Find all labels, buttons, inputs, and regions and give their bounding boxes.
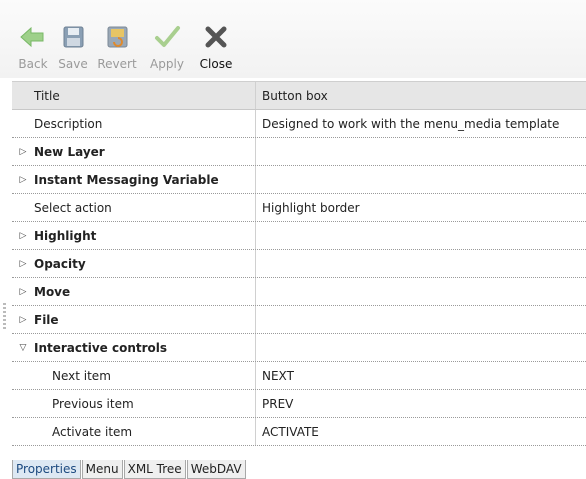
group-label: Highlight xyxy=(34,228,97,243)
property-grid: Title Button box Description Designed to… xyxy=(12,81,586,446)
tab-xml-tree[interactable]: XML Tree xyxy=(123,460,186,479)
previous-item-label: Previous item xyxy=(12,390,256,417)
expand-triangle-icon[interactable]: ▷ xyxy=(12,315,34,325)
back-label: Back xyxy=(18,57,48,71)
group-value xyxy=(256,222,586,249)
expand-triangle-icon[interactable]: ▷ xyxy=(12,147,34,157)
resize-grip-icon[interactable] xyxy=(3,303,6,329)
checkmark-icon xyxy=(155,26,180,47)
title-label: Title xyxy=(12,82,256,109)
title-value[interactable]: Button box xyxy=(256,82,586,109)
close-button[interactable]: Close xyxy=(197,22,235,71)
select-action-label: Select action xyxy=(12,194,256,221)
property-row-previous-item[interactable]: Previous item PREV xyxy=(12,390,586,418)
bottom-tab-bar: Properties Menu XML Tree WebDAV xyxy=(12,460,247,479)
group-label: Opacity xyxy=(34,256,86,271)
floppy-disk-icon xyxy=(63,26,84,48)
revert-button[interactable]: Revert xyxy=(95,22,139,71)
back-arrow-icon xyxy=(20,26,44,48)
property-row-description[interactable]: Description Designed to work with the me… xyxy=(12,110,586,138)
close-icon xyxy=(205,26,227,48)
revert-icon xyxy=(107,26,128,48)
group-label: File xyxy=(34,312,59,327)
expand-triangle-icon[interactable]: ▷ xyxy=(12,175,34,185)
group-row-new-layer[interactable]: ▷ New Layer xyxy=(12,138,586,166)
apply-button[interactable]: Apply xyxy=(147,22,187,71)
group-row-interactive-controls[interactable]: ▽ Interactive controls xyxy=(12,334,586,362)
left-gutter xyxy=(0,81,12,459)
property-row-activate-item[interactable]: Activate item ACTIVATE xyxy=(12,418,586,446)
apply-label: Apply xyxy=(150,57,184,71)
group-label: New Layer xyxy=(34,144,105,159)
group-row-highlight[interactable]: ▷ Highlight xyxy=(12,222,586,250)
group-row-instant-messaging-variable[interactable]: ▷ Instant Messaging Variable xyxy=(12,166,586,194)
save-button[interactable]: Save xyxy=(58,22,88,71)
group-value xyxy=(256,250,586,277)
group-row-opacity[interactable]: ▷ Opacity xyxy=(12,250,586,278)
property-row-next-item[interactable]: Next item NEXT xyxy=(12,362,586,390)
property-row-select-action[interactable]: Select action Highlight border xyxy=(12,194,586,222)
toolbar: Back Save Revert Apply Close xyxy=(0,0,586,78)
description-value[interactable]: Designed to work with the menu_media tem… xyxy=(256,110,586,137)
expand-triangle-icon[interactable]: ▷ xyxy=(12,231,34,241)
group-row-move[interactable]: ▷ Move xyxy=(12,278,586,306)
expand-triangle-icon[interactable]: ▷ xyxy=(12,259,34,269)
back-button[interactable]: Back xyxy=(18,22,48,71)
group-value xyxy=(256,306,586,333)
close-label: Close xyxy=(199,57,233,71)
tab-webdav[interactable]: WebDAV xyxy=(186,460,246,479)
group-value xyxy=(256,138,586,165)
next-item-label: Next item xyxy=(12,362,256,389)
group-value xyxy=(256,334,586,361)
grid-header-row[interactable]: Title Button box xyxy=(12,82,586,110)
group-row-file[interactable]: ▷ File xyxy=(12,306,586,334)
previous-item-value[interactable]: PREV xyxy=(256,390,586,417)
group-value xyxy=(256,166,586,193)
save-label: Save xyxy=(58,57,88,71)
group-label: Interactive controls xyxy=(34,340,168,355)
collapse-triangle-icon[interactable]: ▽ xyxy=(12,343,34,353)
activate-item-label: Activate item xyxy=(12,418,256,445)
group-value xyxy=(256,278,586,305)
description-label: Description xyxy=(12,110,256,137)
group-label: Instant Messaging Variable xyxy=(34,172,219,187)
tab-menu[interactable]: Menu xyxy=(81,460,123,479)
revert-label: Revert xyxy=(97,57,137,71)
next-item-value[interactable]: NEXT xyxy=(256,362,586,389)
tab-properties[interactable]: Properties xyxy=(12,460,81,479)
activate-item-value[interactable]: ACTIVATE xyxy=(256,418,586,445)
group-label: Move xyxy=(34,284,71,299)
expand-triangle-icon[interactable]: ▷ xyxy=(12,287,34,297)
select-action-value[interactable]: Highlight border xyxy=(256,194,586,221)
